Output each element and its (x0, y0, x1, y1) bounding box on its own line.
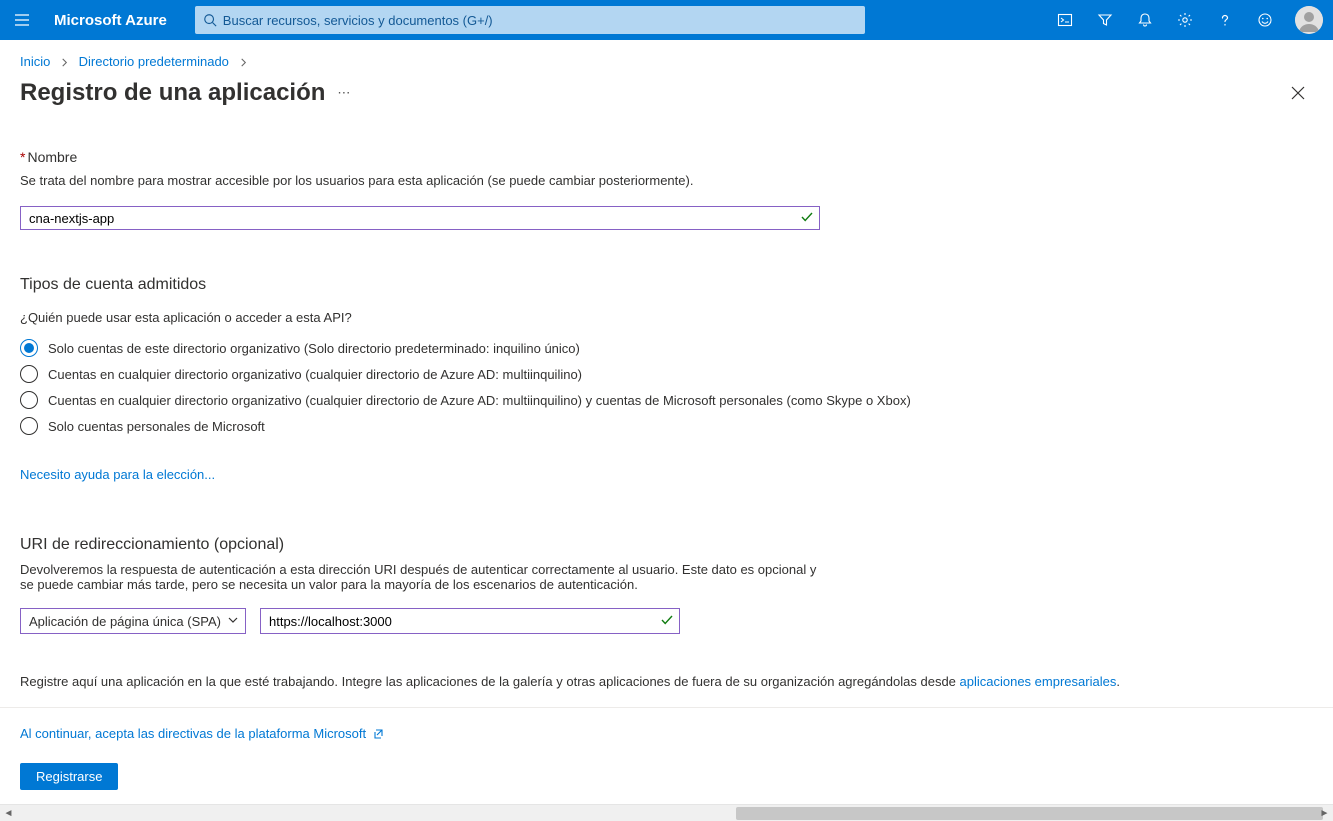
account-option-single-tenant[interactable]: Solo cuentas de este directorio organiza… (20, 339, 1333, 357)
radio-icon (20, 417, 38, 435)
register-button[interactable]: Registrarse (20, 763, 118, 790)
radio-icon (20, 365, 38, 383)
cloud-shell-button[interactable] (1045, 0, 1085, 40)
name-label: *Nombre (20, 149, 1120, 165)
enterprise-apps-link[interactable]: aplicaciones empresariales (960, 674, 1117, 689)
page-content: Inicio Directorio predeterminado Registr… (0, 40, 1333, 821)
horizontal-scrollbar[interactable]: ◄ ► (0, 804, 1333, 821)
radio-label: Cuentas en cualquier directorio organiza… (48, 393, 911, 408)
name-input-wrapper (20, 206, 820, 230)
radio-icon (20, 339, 38, 357)
bell-icon (1137, 12, 1153, 28)
chevron-right-icon (60, 58, 69, 67)
directories-button[interactable] (1085, 0, 1125, 40)
settings-button[interactable] (1165, 0, 1205, 40)
account-help-link[interactable]: Necesito ayuda para la elección... (20, 467, 215, 482)
smiley-icon (1257, 12, 1273, 28)
account-types-question: ¿Quién puede usar esta aplicación o acce… (20, 310, 1333, 325)
enterprise-apps-note: Registre aquí una aplicación en la que e… (20, 674, 1333, 689)
radio-icon (20, 391, 38, 409)
checkmark-icon (800, 210, 814, 224)
person-icon (1295, 6, 1323, 34)
account-types-group: Solo cuentas de este directorio organiza… (20, 339, 1333, 435)
global-search[interactable] (195, 6, 865, 34)
global-search-input[interactable] (223, 13, 857, 28)
page-header: Registro de una aplicación ⋯ (20, 79, 1333, 107)
close-icon (1291, 86, 1305, 100)
redirect-uri-input[interactable] (260, 608, 680, 634)
gear-icon (1177, 12, 1193, 28)
notifications-button[interactable] (1125, 0, 1165, 40)
menu-toggle-button[interactable] (0, 0, 44, 40)
platform-select[interactable]: Aplicación de página única (SPA) (20, 608, 246, 634)
redirect-uri-row: Aplicación de página única (SPA) (20, 608, 1333, 634)
cloud-shell-icon (1057, 12, 1073, 28)
account-option-multi-personal[interactable]: Cuentas en cualquier directorio organiza… (20, 391, 1333, 409)
radio-label: Solo cuentas de este directorio organiza… (48, 341, 580, 356)
account-types-heading: Tipos de cuenta admitidos (20, 276, 1333, 294)
brand-label[interactable]: Microsoft Azure (44, 12, 187, 29)
scrollbar-thumb[interactable] (736, 807, 1323, 820)
redirect-heading: URI de redireccionamiento (opcional) (20, 536, 1333, 554)
search-icon (203, 13, 217, 27)
help-button[interactable] (1205, 0, 1245, 40)
app-name-input[interactable] (20, 206, 820, 230)
redirect-uri-input-wrapper (260, 608, 680, 634)
close-blade-button[interactable] (1287, 82, 1309, 104)
breadcrumb: Inicio Directorio predeterminado (20, 40, 1333, 75)
help-icon (1217, 12, 1233, 28)
redirect-description: Devolveremos la respuesta de autenticaci… (20, 562, 820, 592)
radio-label: Solo cuentas personales de Microsoft (48, 419, 265, 434)
hamburger-icon (14, 12, 30, 28)
account-option-personal-only[interactable]: Solo cuentas personales de Microsoft (20, 417, 1333, 435)
chevron-down-icon (227, 614, 239, 626)
name-section: *Nombre Se trata del nombre para mostrar… (20, 149, 1120, 230)
scroll-left-icon: ◄ (0, 805, 17, 821)
radio-label: Cuentas en cualquier directorio organiza… (48, 367, 582, 382)
chevron-right-icon (239, 58, 248, 67)
name-description: Se trata del nombre para mostrar accesib… (20, 173, 1120, 188)
filter-icon (1097, 12, 1113, 28)
page-title: Registro de una aplicación (20, 79, 325, 107)
azure-topbar: Microsoft Azure (0, 0, 1333, 40)
account-option-multi-tenant[interactable]: Cuentas en cualquier directorio organiza… (20, 365, 1333, 383)
scroll-right-icon: ► (1316, 805, 1333, 821)
blade-footer: Al continuar, acepta las directivas de l… (0, 707, 1333, 804)
checkmark-icon (660, 613, 674, 627)
external-link-icon (372, 728, 384, 740)
breadcrumb-home[interactable]: Inicio (20, 54, 50, 69)
feedback-button[interactable] (1245, 0, 1285, 40)
policies-link[interactable]: Al continuar, acepta las directivas de l… (20, 726, 384, 741)
platform-select-value: Aplicación de página única (SPA) (29, 614, 221, 629)
account-avatar[interactable] (1295, 6, 1323, 34)
breadcrumb-directory[interactable]: Directorio predeterminado (79, 54, 229, 69)
more-actions-button[interactable]: ⋯ (337, 85, 351, 101)
